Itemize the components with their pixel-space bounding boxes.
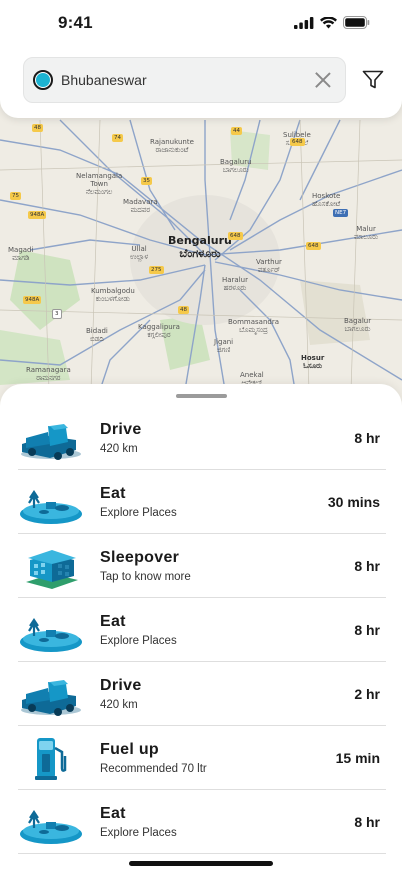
item-subtitle: Explore Places bbox=[100, 827, 177, 839]
location-search-field[interactable]: Bhubaneswar bbox=[23, 57, 346, 103]
itinerary-item[interactable]: Drive 420 km 2 hr bbox=[0, 662, 402, 726]
filter-icon[interactable] bbox=[362, 70, 384, 90]
item-title: Eat bbox=[100, 613, 126, 630]
location-dot-icon bbox=[33, 70, 53, 90]
status-bar: 9:41 bbox=[0, 0, 402, 46]
item-title: Sleepover bbox=[100, 549, 180, 566]
hotel-icon bbox=[26, 550, 78, 589]
item-subtitle: Explore Places bbox=[100, 635, 177, 647]
map-label-malur: Malur ಮಾಲೂರು bbox=[354, 225, 379, 242]
status-time: 9:41 bbox=[58, 13, 93, 32]
battery-icon bbox=[343, 16, 370, 29]
map-shield: 48 bbox=[32, 124, 43, 132]
map-label-jigani: Jigani ಜಿಗಣಿ bbox=[214, 338, 234, 355]
itinerary-item[interactable]: Eat Explore Places 8 hr bbox=[0, 598, 402, 662]
item-title: Eat bbox=[100, 805, 126, 822]
item-subtitle: Tap to know more bbox=[100, 571, 191, 583]
item-title: Drive bbox=[100, 421, 142, 438]
map-label-rajanukunte: Rajanukunte ರಾಜಾನುಕುಂಟೆ bbox=[150, 138, 194, 155]
item-subtitle: 420 km bbox=[100, 699, 138, 711]
wifi-icon bbox=[320, 16, 337, 28]
map-label-bidadi: Bidadi ಬಿಡದಿ bbox=[86, 327, 108, 344]
map-shield: 648 bbox=[290, 138, 305, 146]
map-label-bengaluru: Bengaluru ಬೆಂಗಳೂರು bbox=[168, 234, 232, 260]
map-shield: 48 bbox=[178, 306, 189, 314]
item-duration: 8 hr bbox=[354, 558, 380, 574]
item-duration: 8 hr bbox=[354, 430, 380, 446]
map-label-kaggalipura: Kaggalipura ಕಗ್ಗಲೀಪುರ bbox=[138, 323, 180, 340]
map-label-nelamangala: Nelamangala Town ನೆಲಮಂಗಲ bbox=[76, 172, 123, 197]
map-shield: 948A bbox=[28, 211, 47, 219]
map-shield: 44 bbox=[231, 127, 242, 135]
map-label-bagaluru: Bagaluru ಬಾಗಲೂರು bbox=[220, 158, 252, 175]
map-label-ramanagara: Ramanagara ರಾಮನಗರ bbox=[26, 366, 71, 383]
item-duration: 15 min bbox=[335, 750, 380, 766]
itinerary-list: Drive 420 km 8 hr Eat Explore Places 30 … bbox=[0, 406, 402, 854]
map-shield: 75 bbox=[10, 192, 21, 200]
food-plaza-icon bbox=[20, 618, 82, 652]
map-label-magadi: Magadi ಮಾಗಡಿ bbox=[8, 246, 34, 263]
search-location-value[interactable]: Bhubaneswar bbox=[61, 72, 314, 88]
itinerary-item[interactable]: Drive 420 km 8 hr bbox=[0, 406, 402, 470]
map-shield: 3 bbox=[52, 309, 62, 319]
item-subtitle: Explore Places bbox=[100, 507, 177, 519]
item-subtitle: Recommended 70 ltr bbox=[100, 763, 207, 775]
map-label-hoskote: Hoskote ಹೊಸಕೋಟೆ bbox=[312, 192, 341, 209]
food-plaza-icon bbox=[20, 490, 82, 524]
map-label-bagalur: Bagalur ಬಾಗಲೂರು bbox=[344, 317, 372, 334]
divider bbox=[18, 853, 386, 854]
map-shield: 648 bbox=[306, 242, 321, 250]
item-duration: 8 hr bbox=[354, 622, 380, 638]
top-header: 9:41 Bhubaneswar bbox=[0, 0, 402, 118]
map-label-kumbalgodu: Kumbalgodu ಕುಂಬಳಗೋಡು bbox=[91, 287, 135, 304]
map-label-haralur: Haralur ಹರಳೂರು bbox=[222, 276, 248, 293]
map-shield: 648 bbox=[228, 232, 243, 240]
map-label-ullal: Ullal ಉಲ್ಲಾಳ bbox=[130, 245, 149, 262]
itinerary-item[interactable]: Sleepover Tap to know more 8 hr bbox=[0, 534, 402, 598]
map-shield: NE7 bbox=[333, 209, 349, 217]
item-title: Drive bbox=[100, 677, 142, 694]
cellular-signal-icon bbox=[294, 16, 314, 29]
map-shield: 275 bbox=[149, 266, 164, 274]
item-duration: 2 hr bbox=[354, 686, 380, 702]
map-shield: 948A bbox=[23, 296, 42, 304]
fuel-pump-icon bbox=[35, 738, 67, 780]
itinerary-item[interactable]: Eat Explore Places 30 mins bbox=[0, 470, 402, 534]
itinerary-item[interactable]: Eat Explore Places 8 hr bbox=[0, 790, 402, 854]
item-subtitle: 420 km bbox=[100, 443, 138, 455]
truck-icon bbox=[21, 680, 81, 716]
item-duration: 30 mins bbox=[327, 494, 380, 510]
truck-icon bbox=[21, 424, 81, 460]
itinerary-item[interactable]: Fuel up Recommended 70 ltr 15 min bbox=[0, 726, 402, 790]
item-title: Eat bbox=[100, 485, 126, 502]
item-duration: 8 hr bbox=[354, 814, 380, 830]
map-label-hosur: Hosur ಓಸೂರು bbox=[301, 354, 325, 371]
food-plaza-icon bbox=[20, 810, 82, 844]
map-shield: 35 bbox=[141, 177, 152, 185]
map-label-bommasandra: Bommasandra ಬೊಮ್ಮಸಂದ್ರ bbox=[228, 318, 279, 335]
map-label-varthur: Varthur ವರ್ತೂರ್ bbox=[256, 258, 282, 275]
home-indicator[interactable] bbox=[129, 861, 273, 866]
status-icons bbox=[294, 16, 370, 29]
item-title: Fuel up bbox=[100, 741, 159, 758]
map-shield: 74 bbox=[112, 134, 123, 142]
map-label-madavara: Madavara ಮದವರ bbox=[123, 198, 158, 215]
sheet-drag-handle[interactable] bbox=[176, 394, 227, 398]
clear-icon[interactable] bbox=[314, 71, 332, 89]
itinerary-bottom-sheet[interactable]: Drive 420 km 8 hr Eat Explore Places 30 … bbox=[0, 384, 402, 874]
